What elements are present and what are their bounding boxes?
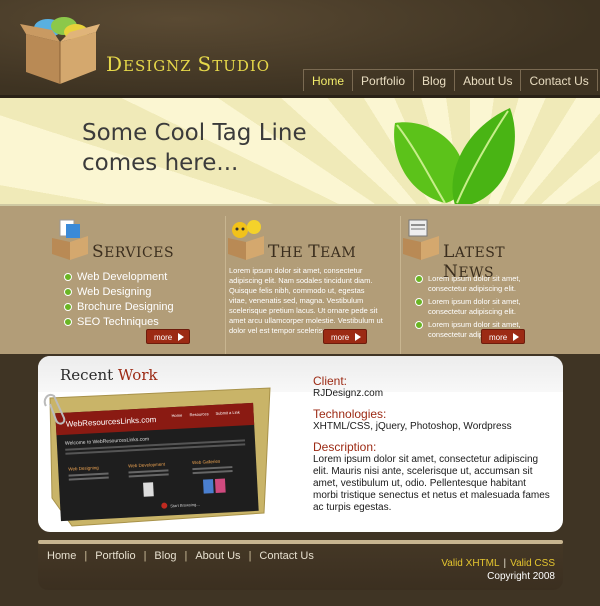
green-bullet-icon xyxy=(64,318,72,326)
team-column: THE TEAM Lorem ipsum dolor sit amet, con… xyxy=(225,216,383,354)
list-item[interactable]: Web Designing xyxy=(64,285,174,300)
team-description: Lorem ipsum dolor sit amet, consectetur … xyxy=(229,266,383,335)
client-value: RJDesignz.com xyxy=(313,388,384,399)
list-item[interactable]: Brochure Designing xyxy=(64,300,174,315)
news-list: Lorem ipsum dolor sit amet, consectetur … xyxy=(415,274,545,343)
green-bullet-icon xyxy=(415,321,423,329)
client-label: Client: xyxy=(313,374,348,388)
description-value: Lorem ipsum dolor sit amet, consectetur … xyxy=(313,454,550,513)
portfolio-screenshot[interactable]: WebResourcesLinks.com Home Resources Sub… xyxy=(42,378,272,528)
validation-links: Valid XHTML | Valid CSS xyxy=(441,558,555,569)
team-box-icon xyxy=(228,220,264,260)
site-footer: Home | Portfolio | Blog | About Us | Contact… xyxy=(38,540,563,590)
arrow-right-icon xyxy=(355,333,361,341)
list-item[interactable]: Lorem ipsum dolor sit amet, consectetur … xyxy=(415,297,545,320)
project-details: Client: RJDesignz.com Technologies: XHTM… xyxy=(313,374,553,514)
valid-css-link[interactable]: Valid CSS xyxy=(510,558,555,569)
shot-nav-resources: Resources xyxy=(189,411,208,417)
separator: | xyxy=(184,550,188,562)
services-title: SERVICES xyxy=(92,242,175,262)
services-box-icon xyxy=(52,219,88,260)
footer-link-portfolio[interactable]: Portfolio xyxy=(95,550,135,562)
site-header: DESIGNZ STUDIO Home Portfolio Blog About… xyxy=(0,0,600,98)
nav-portfolio[interactable]: Portfolio xyxy=(352,69,414,91)
footer-link-about-us[interactable]: About Us xyxy=(195,550,240,562)
nav-blog[interactable]: Blog xyxy=(413,69,455,91)
nav-about-us[interactable]: About Us xyxy=(454,69,521,91)
arrow-right-icon xyxy=(513,333,519,341)
features-section: SERVICES Web Development Web Designing B… xyxy=(0,206,600,354)
hero-banner: Some Cool Tag Line comes here... xyxy=(0,98,600,206)
footer-divider xyxy=(38,540,563,544)
green-leaves-icon xyxy=(394,108,515,204)
nav-contact-us[interactable]: Contact Us xyxy=(520,69,598,91)
list-item[interactable]: Lorem ipsum dolor sit amet, consectetur … xyxy=(415,274,545,297)
separator: | xyxy=(84,550,88,562)
separator: | xyxy=(248,550,252,562)
list-item[interactable]: Lorem ipsum dolor sit amet, consectetur … xyxy=(415,320,545,343)
news-column: LATEST NEWS Lorem ipsum dolor sit amet, … xyxy=(400,216,560,354)
green-bullet-icon xyxy=(64,273,72,281)
description-label: Description: xyxy=(313,440,377,454)
box-logo-icon[interactable] xyxy=(18,14,102,86)
footer-nav: Home | Portfolio | Blog | About Us | Contact… xyxy=(47,550,314,562)
green-bullet-icon xyxy=(415,298,423,306)
footer-link-blog[interactable]: Blog xyxy=(154,550,176,562)
team-more-button[interactable]: more xyxy=(323,329,367,344)
shot-nav-home: Home xyxy=(171,413,183,419)
services-column: SERVICES Web Development Web Designing B… xyxy=(50,216,210,354)
green-bullet-icon xyxy=(415,275,423,283)
arrow-right-icon xyxy=(178,333,184,341)
main-nav: Home Portfolio Blog About Us Contact Us xyxy=(303,69,598,91)
services-more-button[interactable]: more xyxy=(146,329,190,344)
technologies-value: XHTML/CSS, jQuery, Photoshop, Wordpress xyxy=(313,421,512,432)
list-item[interactable]: Web Development xyxy=(64,270,174,285)
separator: | xyxy=(503,558,507,569)
copyright: Copyright 2008 xyxy=(487,571,555,582)
footer-link-contact-us[interactable]: Contact Us xyxy=(259,550,313,562)
valid-xhtml-link[interactable]: Valid XHTML xyxy=(441,558,499,569)
nav-home[interactable]: Home xyxy=(303,69,353,91)
separator: | xyxy=(143,550,147,562)
recent-work-panel: Recent Work WebResourcesLinks.com Home R… xyxy=(38,356,563,532)
site-logo-text[interactable]: DESIGNZ STUDIO xyxy=(106,52,270,76)
green-bullet-icon xyxy=(64,303,72,311)
green-bullet-icon xyxy=(64,288,72,296)
technologies-label: Technologies: xyxy=(313,407,387,421)
services-list: Web Development Web Designing Brochure D… xyxy=(64,270,174,330)
list-item[interactable]: SEO Techniques xyxy=(64,315,174,330)
news-box-icon xyxy=(403,219,439,260)
tagline: Some Cool Tag Line comes here... xyxy=(82,120,307,176)
footer-link-home[interactable]: Home xyxy=(47,550,76,562)
team-title: THE TEAM xyxy=(268,242,357,262)
news-more-button[interactable]: more xyxy=(481,329,525,344)
